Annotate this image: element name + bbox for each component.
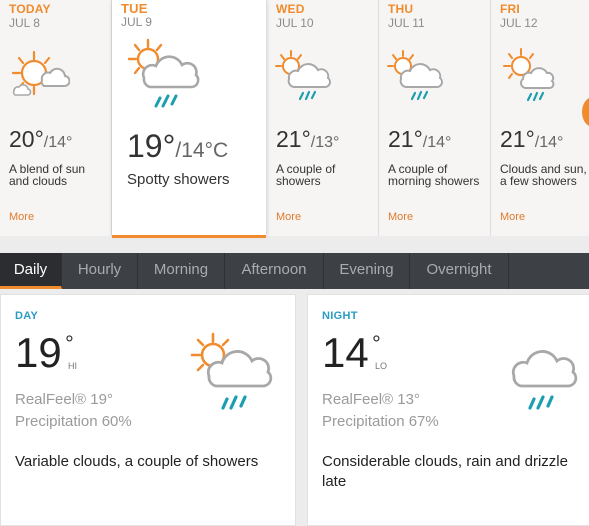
day-name: TODAY [9,2,51,16]
precipitation-value: Precipitation 60% [15,413,132,430]
realfeel-value: RealFeel® 13° [322,391,420,408]
day-date: JUL 8 [9,16,40,30]
forecast-tab-bar: Daily Hourly Morning Afternoon Evening O… [0,253,589,289]
day-temps: 20°/14° [9,126,72,153]
day-temps: 21°/14° [388,126,451,153]
day-description: Clouds and sun, a few showers [500,162,587,188]
low-temp: /14° [534,134,564,151]
day-forecast-panel: DAY 19 ° HI RealFeel® 19° Precipitation … [0,294,296,526]
night-forecast-panel: NIGHT 14 ° LO RealFeel® 13° Precipitatio… [307,294,589,526]
tab-afternoon[interactable]: Afternoon [225,253,324,289]
high-temp: 19° [127,128,176,164]
low-temp: /14° [43,134,73,151]
degree-symbol: ° [372,331,381,356]
high-temp: 21° [388,126,423,152]
tab-overnight[interactable]: Overnight [410,253,509,289]
sun-cloud-rain-icon [275,50,331,101]
low-temp: /14° [422,134,452,151]
panel-label: NIGHT [322,310,358,322]
partly-sunny-icon [11,50,70,96]
sun-cloud-rain-icon [127,38,200,108]
panel-description: Considerable clouds, rain and drizzle la… [322,453,568,490]
day-date: JUL 11 [388,16,425,30]
hi-lo-tag: HI [68,361,77,371]
sun-cloud-rain-icon [503,48,555,102]
day-card-wed[interactable]: WED JUL 10 21°/13° A couple of showers M… [267,0,379,236]
selected-indicator [112,235,266,238]
panel-label: DAY [15,310,39,322]
day-description: A blend of sun and clouds [9,162,86,188]
more-link[interactable]: More [276,211,301,223]
sun-cloud-rain-icon [190,332,273,410]
more-link[interactable]: More [500,211,525,223]
cloud-rain-icon [511,350,578,410]
day-name: TUE [121,1,148,16]
day-name: FRI [500,2,520,16]
tab-evening[interactable]: Evening [324,253,410,289]
day-card-tue[interactable]: TUE JUL 9 19°/14°C Spotty showers [112,0,267,238]
day-name: WED [276,2,305,16]
day-card-fri[interactable]: FRI JUL 12 21°/14° Clouds and sun, a few… [491,0,589,236]
day-date: JUL 12 [500,16,538,30]
day-name: THU [388,2,414,16]
day-temps: 21°/14° [500,126,563,153]
panel-temperature: 19 [15,329,62,376]
high-temp: 21° [500,126,535,152]
day-date: JUL 10 [276,16,314,30]
tab-morning[interactable]: Morning [138,253,225,289]
day-description: A couple of showers [276,162,336,188]
panel-description: Variable clouds, a couple of showers [15,453,259,470]
day-temps: 19°/14°C [127,128,228,165]
tab-daily[interactable]: Daily [0,253,62,289]
day-date: JUL 9 [121,15,152,29]
hi-lo-tag: LO [375,361,388,371]
high-temp: 20° [9,126,44,152]
day-temps: 21°/13° [276,126,339,153]
sun-cloud-rain-icon [387,50,443,101]
panel-temperature: 14 [322,329,369,376]
forecast-day-cards: TODAY JUL 8 20°/14° A blend of sun and c… [0,0,589,238]
more-link[interactable]: More [388,211,413,223]
precipitation-value: Precipitation 67% [322,413,439,430]
degree-symbol: ° [65,331,74,356]
day-card-thu[interactable]: THU JUL 11 21°/14° A couple of morning s… [379,0,491,236]
day-description: Spotty showers [127,171,230,188]
tab-hourly[interactable]: Hourly [62,253,138,289]
high-temp: 21° [276,126,311,152]
low-temp: /14°C [175,139,229,162]
low-temp: /13° [310,134,340,151]
more-link[interactable]: More [9,211,34,223]
day-description: A couple of morning showers [388,162,480,188]
day-card-today[interactable]: TODAY JUL 8 20°/14° A blend of sun and c… [0,0,112,236]
realfeel-value: RealFeel® 19° [15,391,113,408]
